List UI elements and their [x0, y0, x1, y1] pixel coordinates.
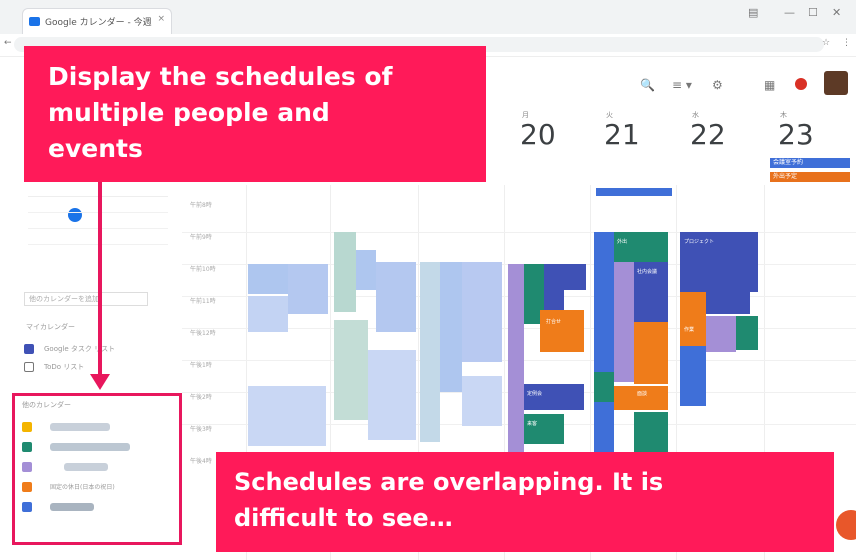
view-switcher-icon[interactable]: ≡ ▾	[672, 78, 692, 92]
day-date-21[interactable]: 21	[604, 118, 640, 151]
time-label: 午前10時	[190, 266, 216, 273]
minimize-icon[interactable]: —	[784, 6, 795, 19]
calendar-event[interactable]	[706, 292, 750, 314]
day-date-20[interactable]: 20	[520, 118, 556, 151]
browser-tab[interactable]: Google カレンダー - 今週 ×	[22, 8, 172, 34]
bookmark-star-icon[interactable]: ☆	[822, 38, 830, 48]
my-calendars-heading[interactable]: マイカレンダー	[26, 322, 75, 332]
time-label: 午後4時	[190, 458, 212, 465]
highlight-box	[12, 393, 182, 545]
calendar-event[interactable]	[594, 232, 614, 452]
event-title: 社内会議	[637, 269, 658, 275]
time-label: 午後12時	[190, 330, 216, 337]
calendar-event[interactable]	[614, 232, 668, 262]
maximize-icon[interactable]: ☐	[808, 6, 818, 19]
event-title: 作業	[684, 327, 695, 333]
calendar-event[interactable]	[288, 264, 328, 314]
calendar-event[interactable]	[248, 264, 288, 294]
calendar-event[interactable]	[540, 310, 584, 352]
calendar-event[interactable]	[440, 262, 462, 392]
callout-bottom: Schedules are overlapping. It is difficu…	[216, 452, 834, 552]
time-label: 午後3時	[190, 426, 212, 433]
callout-bottom-line-1: Schedules are overlapping. It is	[234, 468, 664, 496]
close-icon[interactable]: ✕	[832, 6, 841, 19]
calendar-event[interactable]	[564, 264, 586, 290]
calendar-favicon-icon	[29, 17, 40, 26]
calendar-event[interactable]	[634, 412, 668, 452]
calendar-name: Google タスク リスト	[44, 345, 116, 353]
event-title: 来客	[527, 421, 538, 427]
add-calendar-search[interactable]: 他のカレンダーを追加	[24, 292, 148, 306]
browser-window: Google カレンダー - 今週 × ▤ — ☐ ✕ ← ☆ ⋮ 🔍 ≡ ▾ …	[0, 0, 856, 560]
time-label: 午前8時	[190, 202, 212, 209]
notification-icon[interactable]	[795, 78, 807, 90]
event-title: 外出	[617, 239, 628, 245]
browser-titlebar: Google カレンダー - 今週 × ▤ — ☐ ✕	[0, 0, 856, 35]
calendar-event[interactable]	[634, 322, 668, 384]
event-title: プロジェクト	[684, 239, 715, 245]
calendar-event[interactable]	[680, 346, 706, 406]
day-date-23[interactable]: 23	[778, 118, 814, 151]
callout-top-line-1: Display the schedules of	[48, 62, 393, 91]
calendar-event[interactable]	[356, 250, 376, 290]
callout-top: Display the schedules of multiple people…	[24, 46, 486, 182]
calendar-event[interactable]	[524, 414, 564, 444]
back-icon[interactable]: ←	[4, 38, 12, 48]
time-label: 午前11時	[190, 298, 216, 305]
time-label: 午後2時	[190, 394, 212, 401]
tab-title: Google カレンダー - 今週	[45, 18, 152, 28]
day-date-22[interactable]: 22	[690, 118, 726, 151]
calendar-event[interactable]	[736, 316, 758, 350]
calendar-event[interactable]	[524, 384, 584, 410]
settings-gear-icon[interactable]: ⚙	[712, 78, 723, 92]
calendar-event[interactable]	[462, 262, 502, 362]
allday-event[interactable]: 外出予定	[770, 172, 850, 182]
calendar-event[interactable]	[368, 350, 416, 440]
calendar-event[interactable]	[508, 264, 524, 454]
event-title: 打合せ	[546, 319, 562, 325]
calendar-event[interactable]	[248, 296, 288, 332]
search-icon[interactable]: 🔍	[640, 78, 655, 92]
calendar-event[interactable]	[594, 372, 614, 402]
tab-close-icon[interactable]: ×	[157, 14, 165, 24]
calendar-event[interactable]	[680, 292, 706, 346]
pointer-arrow-line	[98, 182, 102, 378]
event-title: 面談	[637, 391, 648, 397]
floating-action-icon[interactable]	[836, 510, 856, 540]
calendar-event[interactable]	[420, 262, 440, 442]
calendar-checkbox[interactable]	[24, 344, 34, 354]
allday-event[interactable]: 会議室予約	[770, 158, 850, 168]
window-menu-icon[interactable]: ▤	[748, 6, 758, 19]
pointer-arrow-head-icon	[90, 374, 110, 390]
calendar-event[interactable]	[334, 320, 368, 420]
callout-top-line-3: events	[48, 134, 143, 163]
time-label: 午後1時	[190, 362, 212, 369]
calendar-checkbox[interactable]	[24, 362, 34, 372]
apps-grid-icon[interactable]: ▦	[764, 78, 775, 92]
calendar-event[interactable]	[462, 376, 502, 426]
calendar-event[interactable]	[376, 262, 416, 332]
event-title: 定例会	[527, 391, 543, 397]
calendar-event[interactable]	[706, 316, 736, 352]
calendar-event[interactable]	[334, 232, 356, 312]
calendar-event[interactable]	[544, 264, 564, 310]
allday-event-bar[interactable]	[596, 188, 672, 196]
callout-bottom-line-2: difficult to see…	[234, 504, 453, 532]
callout-top-line-2: multiple people and	[48, 98, 330, 127]
calendar-event[interactable]	[248, 386, 326, 446]
time-label: 午前9時	[190, 234, 212, 241]
calendar-event[interactable]	[614, 262, 634, 382]
browser-menu-icon[interactable]: ⋮	[842, 38, 851, 48]
avatar[interactable]	[824, 71, 848, 95]
calendar-name: ToDo リスト	[44, 363, 85, 371]
